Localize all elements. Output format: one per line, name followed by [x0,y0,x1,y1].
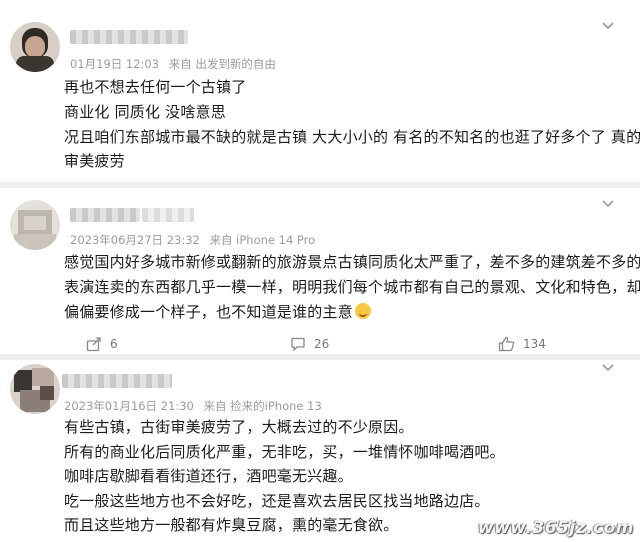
comment-text-line: 表演连卖的东西都几乎一模一样，明明我们每个城市都有自己的景观、文化和特色，却 [64,278,640,296]
username-redacted[interactable] [70,30,188,44]
site-watermark: www.365jz.com [477,518,634,538]
avatar[interactable] [10,200,60,250]
comment-meta: 01月19日 12:03 来自 出发到新的自由 [70,56,282,72]
comment-meta: 2023年01月16日 21:30 来自 捡来的iPhone 13 [64,398,328,414]
comment-text-line: 所有的商业化后同质化严重，无非吃，买，一堆情怀咖啡喝酒吧。 [64,443,505,461]
comment-count: 26 [314,337,330,351]
comment-text-line: 感觉国内好多城市新修或翻新的旅游景点古镇同质化太严重了，差不多的建筑差不多的 [64,253,640,271]
comment-text-line: 而且这些地方一般都有炸臭豆腐，熏的毫无食欲。 [64,516,399,534]
laughing-emoji-icon [354,303,371,319]
chevron-down-icon[interactable] [602,22,614,30]
comment-item: 2023年06月27日 23:32 来自 iPhone 14 Pro 感觉国内好… [0,188,640,352]
comment-date: 2023年06月27日 23:32 [70,233,200,247]
comment-text-line: 再也不想去任何一个古镇了 [64,78,247,96]
comment-text-line: 况且咱们东部城市最不缺的就是古镇 大大小小的 有名的不知名的也逛了好多个了 真的 [64,128,640,146]
badge-redacted [142,208,194,222]
chevron-down-icon[interactable] [602,200,614,208]
avatar[interactable] [10,22,60,72]
comment-button[interactable]: 26 [290,336,329,352]
like-count: 134 [523,337,546,351]
comment-date: 01月19日 12:03 [70,57,160,71]
comment-source: 来自 iPhone 14 Pro [209,233,316,247]
username-redacted[interactable] [62,374,172,388]
comment-text: 偏偏要修成一个样子，也不知道是谁的主意 [64,303,353,321]
comment-meta: 2023年06月27日 23:32 来自 iPhone 14 Pro [70,232,321,248]
comment-text-line: 偏偏要修成一个样子，也不知道是谁的主意 [64,301,371,322]
comment-text-line: 吃一般这些地方也不会好吃，还是喜欢去居民区找当地路边店。 [64,492,490,510]
comment-text-line: 有些古镇，古街审美疲劳了，大概去过的不少原因。 [64,418,414,436]
share-button[interactable]: 6 [86,336,118,352]
username-redacted[interactable] [70,208,140,222]
share-count: 6 [110,337,118,351]
comment-source: 来自 捡来的iPhone 13 [203,399,322,413]
comment-text-line: 咖啡店歇脚看看街道还行，酒吧毫无兴趣。 [64,467,353,485]
comment-text-line: 审美疲劳 [64,152,125,170]
like-icon [498,336,515,352]
comment-source: 来自 出发到新的自由 [168,57,276,71]
avatar[interactable] [10,364,60,414]
comment-item: 01月19日 12:03 来自 出发到新的自由 再也不想去任何一个古镇了 商业化… [0,0,640,182]
comment-date: 2023年01月16日 21:30 [64,399,194,413]
comment-text-line: 商业化 同质化 没啥意思 [64,103,226,121]
comment-item: 2023年01月16日 21:30 来自 捡来的iPhone 13 有些古镇，古… [0,360,640,542]
chevron-down-icon[interactable] [602,364,614,372]
share-icon [86,337,101,352]
like-button[interactable]: 134 [498,336,546,352]
comment-icon [291,337,305,351]
